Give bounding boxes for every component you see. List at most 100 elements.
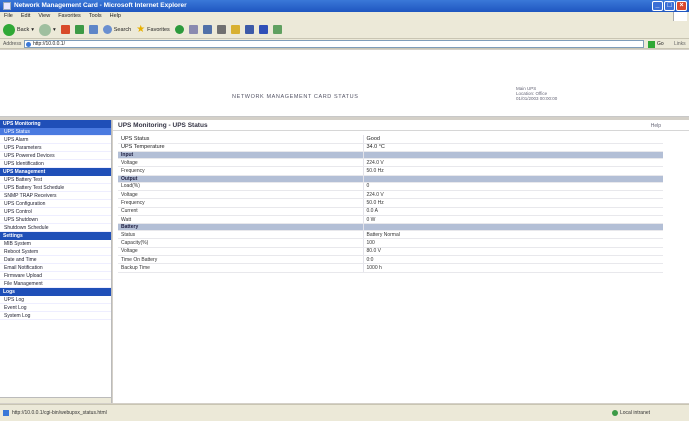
menu-bar: File Edit View Favorites Tools Help — [0, 12, 689, 21]
horizontal-scrollbar[interactable] — [0, 397, 111, 403]
menu-item[interactable]: File — [4, 12, 13, 21]
card-title: NETWORK MANAGEMENT CARD STATUS — [232, 94, 359, 100]
edit-icon[interactable] — [230, 25, 240, 34]
sidebar-section-header[interactable]: Settings — [0, 232, 111, 240]
security-zone: Local intranet — [620, 410, 651, 416]
sidebar-item[interactable]: MIB System — [0, 240, 111, 248]
row-value: 1000 h — [362, 263, 663, 273]
messenger-icon[interactable] — [258, 25, 268, 34]
menu-item[interactable]: View — [38, 12, 50, 21]
page-title: UPS Monitoring - UPS Status — [118, 122, 208, 129]
back-button[interactable]: Back ▾ — [3, 23, 34, 36]
menu-item[interactable]: Edit — [21, 12, 30, 21]
row-label: Voltage — [118, 158, 363, 168]
sidebar-item[interactable]: UPS Log — [0, 296, 111, 304]
sidebar-item[interactable]: Shutdown Schedule — [0, 224, 111, 232]
search-label: Search — [113, 26, 132, 33]
table-row: Time On Battery 0:0 — [118, 255, 663, 265]
row-label: Voltage — [118, 247, 363, 257]
search-button[interactable]: Search — [102, 25, 132, 34]
toolbar: Back ▾ ▾ Search ★ Favorites — [0, 21, 689, 39]
sidebar-item[interactable]: Firmware Upload — [0, 272, 111, 280]
print-icon[interactable] — [216, 25, 226, 34]
go-arrow-icon — [648, 40, 655, 48]
media-icon[interactable] — [174, 25, 184, 34]
forward-button[interactable]: ▾ — [39, 23, 56, 36]
row-label: Output — [118, 175, 363, 183]
sidebar-item[interactable]: Reboot System — [0, 248, 111, 256]
menu-item[interactable]: Help — [110, 12, 121, 21]
forward-arrow-icon — [39, 23, 51, 36]
row-value: 100 — [362, 238, 663, 248]
row-value — [362, 151, 663, 160]
row-label: Voltage — [118, 190, 363, 200]
row-value: 50.0 Hz — [362, 198, 663, 208]
sidebar-item[interactable]: Email Notification — [0, 264, 111, 272]
row-value: 0 W — [362, 215, 663, 225]
page-header: NETWORK MANAGEMENT CARD STATUS Main UPS … — [0, 50, 689, 117]
home-icon[interactable] — [88, 25, 98, 34]
row-label: Watt — [118, 215, 363, 225]
sidebar-item[interactable]: UPS Battery Test Schedule — [0, 184, 111, 192]
history-icon[interactable] — [188, 25, 198, 34]
menu-item[interactable]: Favorites — [58, 12, 81, 21]
sidebar-item[interactable]: SNMP TRAP Receivers — [0, 192, 111, 200]
row-value — [362, 175, 663, 183]
go-button[interactable]: Go — [648, 40, 670, 48]
minimize-button[interactable]: _ — [652, 1, 663, 11]
row-value: 0.0 A — [362, 207, 663, 216]
table-row: UPS Status Good — [118, 135, 663, 144]
mail-icon[interactable] — [202, 25, 212, 34]
row-value: Battery Normal — [362, 230, 663, 240]
sidebar-item[interactable]: UPS Powered Devices — [0, 152, 111, 160]
discuss-icon[interactable] — [244, 25, 254, 34]
favorites-star-icon: ★ — [136, 24, 146, 35]
sidebar-item[interactable]: UPS Battery Test — [0, 176, 111, 184]
window-title-bar: Network Management Card - Microsoft Inte… — [0, 0, 689, 12]
refresh-icon[interactable] — [74, 25, 84, 34]
page-status-icon — [3, 410, 9, 416]
row-value: 0:0 — [362, 255, 663, 265]
row-label: Status — [118, 230, 363, 240]
sidebar-item[interactable]: UPS Control — [0, 208, 111, 216]
section-header-row: Battery — [118, 223, 663, 232]
row-value: 34.0 °C — [362, 143, 663, 153]
links-button[interactable]: Links — [674, 41, 686, 47]
research-icon[interactable] — [272, 25, 282, 34]
table-row: Capacity(%) 100 — [118, 238, 663, 248]
close-button[interactable]: × — [676, 1, 687, 11]
address-input[interactable]: http://10.0.0.1/ — [24, 40, 644, 48]
sidebar-item[interactable]: Event Log — [0, 304, 111, 312]
sidebar-item[interactable]: UPS Parameters — [0, 144, 111, 152]
sidebar-item[interactable]: UPS Identification — [0, 160, 111, 168]
favorites-label: Favorites — [147, 26, 170, 33]
page-icon — [26, 42, 31, 47]
row-label: UPS Status — [118, 135, 363, 144]
row-label: Frequency — [118, 166, 363, 176]
row-label: Capacity(%) — [118, 238, 363, 248]
sidebar-item[interactable]: System Log — [0, 312, 111, 320]
section-header-row: Input — [118, 151, 663, 160]
table-row: Frequency 50.0 Hz — [118, 166, 663, 176]
row-label: Current — [118, 207, 363, 216]
sidebar-item[interactable]: UPS Shutdown — [0, 216, 111, 224]
favorites-button[interactable]: ★ Favorites — [136, 24, 170, 35]
sidebar-item[interactable]: UPS Configuration — [0, 200, 111, 208]
sidebar-section-header[interactable]: Logs — [0, 288, 111, 296]
help-link[interactable]: Help — [651, 123, 661, 129]
row-value: 0 — [362, 182, 663, 192]
sidebar: UPS Monitoring UPS Status UPS Alarm UPS Par… — [0, 120, 112, 403]
chevron-down-icon: ▾ — [31, 26, 34, 33]
sidebar-section-header[interactable]: UPS Management — [0, 168, 111, 176]
sidebar-item[interactable]: UPS Status — [0, 128, 111, 136]
maximize-button[interactable]: □ — [664, 1, 675, 11]
device-info: Main UPS Location: Office 01/01/2003 00:… — [516, 86, 557, 101]
menu-item[interactable]: Tools — [89, 12, 102, 21]
row-label: Input — [118, 151, 363, 160]
sidebar-section-header[interactable]: UPS Monitoring — [0, 120, 111, 128]
sidebar-item[interactable]: UPS Alarm — [0, 136, 111, 144]
address-bar: Address http://10.0.0.1/ Go Links — [0, 39, 689, 49]
stop-icon[interactable] — [60, 25, 70, 34]
sidebar-item[interactable]: Date and Time — [0, 256, 111, 264]
sidebar-item[interactable]: File Management — [0, 280, 111, 288]
